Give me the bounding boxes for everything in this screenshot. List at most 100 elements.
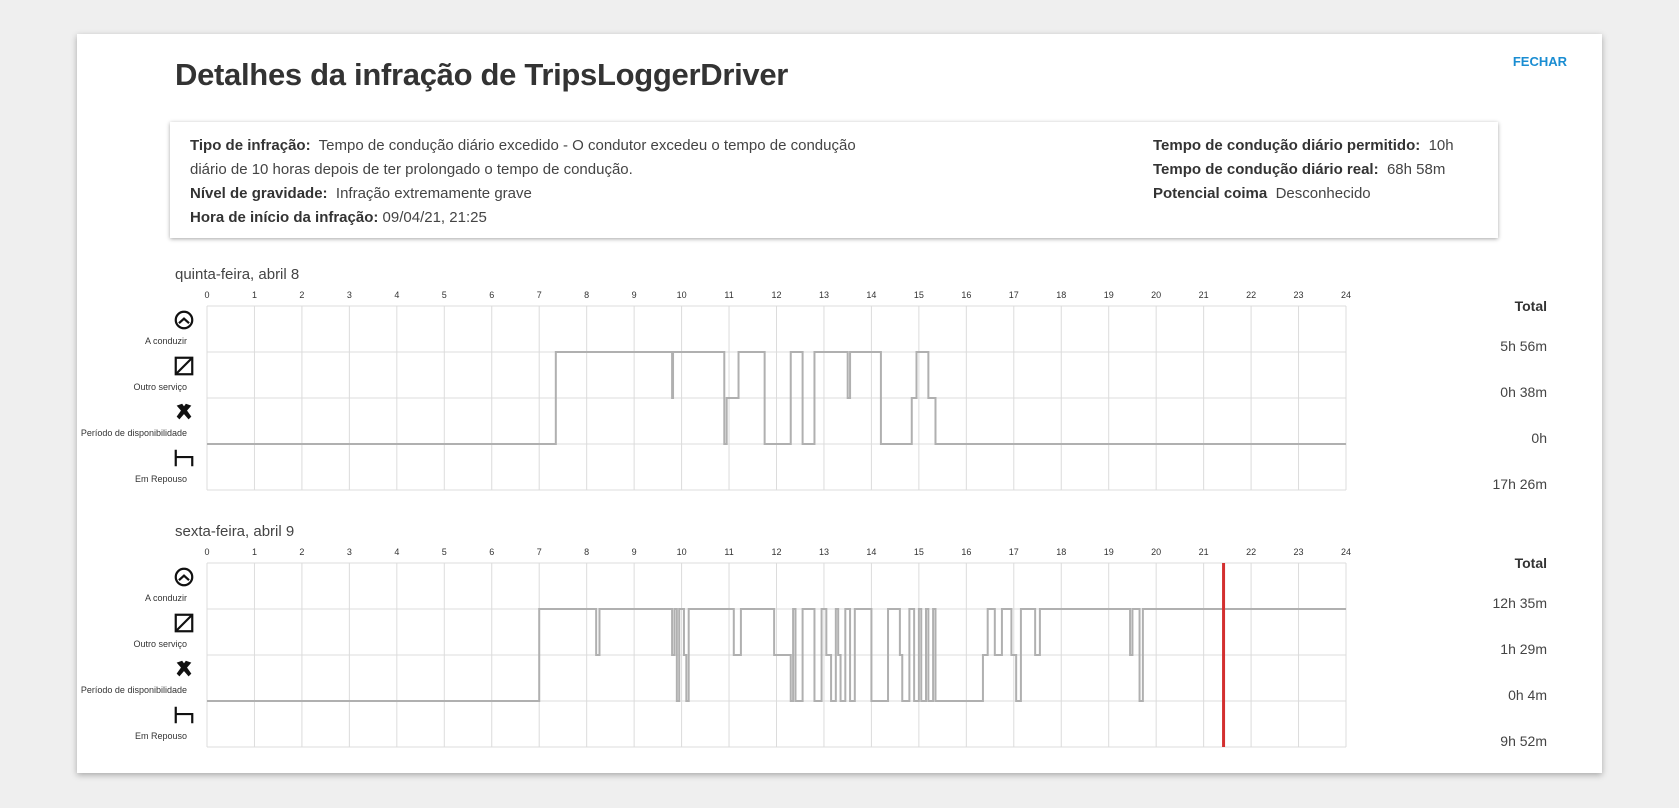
- total-header: Total: [1514, 555, 1547, 571]
- potential-fine: Potencial coima Desconhecido: [1153, 182, 1483, 206]
- bed-icon: [173, 447, 197, 471]
- hour-tick-label: 10: [677, 290, 687, 300]
- row-label: A conduzir: [144, 336, 187, 346]
- hour-tick-label: 18: [1056, 547, 1066, 557]
- severity-label: Nível de gravidade:: [190, 185, 328, 202]
- hour-tick-label: 2: [299, 290, 304, 300]
- hour-tick-label: 16: [961, 547, 971, 557]
- hour-tick-label: 11: [724, 290, 733, 300]
- hour-tick-label: 14: [866, 290, 876, 300]
- activity-chart-day-2: 0 1 2 3 4 5 6 7 8 9 10 11 12 13 14 15 16 17 18 19 20 21 22 23 24…: [77, 543, 1547, 758]
- start-label: Hora de início da infração:: [190, 209, 379, 226]
- row-label: Período de disponibilidade: [80, 428, 187, 438]
- severity: Nível de gravidade: Infração extremament…: [190, 182, 870, 206]
- row-total-value: 0h 4m: [1508, 687, 1547, 703]
- day-label-1: quinta-feira, abril 8: [175, 266, 300, 283]
- steering-wheel-icon: [173, 566, 197, 590]
- hour-tick-label: 22: [1246, 547, 1256, 557]
- hour-tick-label: 19: [1104, 290, 1114, 300]
- fine-label: Potencial coima: [1153, 185, 1268, 202]
- severity-value: Infração extremamente grave: [335, 185, 532, 202]
- hour-tick-label: 17: [1009, 290, 1019, 300]
- infraction-dialog: Detalhes da infração de TripsLoggerDrive…: [77, 34, 1602, 773]
- row-label: Período de disponibilidade: [80, 685, 187, 695]
- hour-tick-label: 0: [204, 290, 209, 300]
- row-label: Em Repouso: [134, 474, 187, 484]
- hour-tick-label: 22: [1246, 290, 1256, 300]
- row-total-value: 9h 52m: [1500, 733, 1547, 749]
- hour-tick-label: 24: [1341, 290, 1351, 300]
- actual-driving: Tempo de condução diário real: 68h 58m: [1153, 158, 1483, 182]
- hour-tick-label: 1: [252, 547, 257, 557]
- hour-tick-label: 2: [299, 547, 304, 557]
- day-label-2: sexta-feira, abril 9: [175, 523, 295, 540]
- hammer-pick-icon: [173, 658, 197, 682]
- infraction-type: Tipo de infração: Tempo de condução diár…: [190, 134, 870, 182]
- other-work-icon: [173, 355, 197, 379]
- allowed-value: 10h: [1428, 137, 1454, 154]
- hour-tick-label: 1: [252, 290, 257, 300]
- row-label: A conduzir: [144, 593, 187, 603]
- row-total-value: 1h 29m: [1500, 641, 1547, 657]
- hour-tick-label: 8: [584, 290, 589, 300]
- bed-icon: [173, 704, 197, 728]
- infraction-start: Hora de início da infração: 09/04/21, 21…: [190, 206, 870, 230]
- infraction-summary-card: Tipo de infração: Tempo de condução diár…: [170, 122, 1498, 238]
- start-value: 09/04/21, 21:25: [382, 209, 487, 226]
- infraction-type-label: Tipo de infração:: [190, 137, 311, 154]
- page-title: Detalhes da infração de TripsLoggerDrive…: [175, 57, 789, 92]
- hour-tick-label: 19: [1104, 547, 1114, 557]
- hour-tick-label: 9: [632, 290, 637, 300]
- hour-tick-label: 24: [1341, 547, 1351, 557]
- hammer-pick-icon: [173, 401, 197, 425]
- hour-tick-label: 5: [442, 547, 447, 557]
- hour-tick-label: 13: [819, 290, 829, 300]
- hour-tick-label: 16: [961, 290, 971, 300]
- hour-tick-label: 12: [771, 290, 781, 300]
- fine-value: Desconhecido: [1275, 185, 1371, 202]
- row-label: Outro serviço: [133, 382, 187, 392]
- hour-tick-label: 0: [204, 547, 209, 557]
- row-total-value: 0h: [1531, 430, 1547, 446]
- activity-chart-day-1: 0 1 2 3 4 5 6 7 8 9 10 11 12 13 14 15 16 17 18 19 20 21 22 23 24…: [77, 286, 1547, 501]
- hour-tick-label: 20: [1151, 290, 1161, 300]
- summary-left: Tipo de infração: Tempo de condução diár…: [190, 134, 870, 230]
- row-total-value: 12h 35m: [1492, 595, 1547, 611]
- row-total-value: 5h 56m: [1500, 338, 1547, 354]
- hour-tick-label: 20: [1151, 547, 1161, 557]
- hour-tick-label: 15: [914, 290, 924, 300]
- hour-tick-label: 9: [632, 547, 637, 557]
- hour-tick-label: 14: [866, 547, 876, 557]
- steering-wheel-icon: [173, 309, 197, 333]
- timeline-svg: 0 1 2 3 4 5 6 7 8 9 10 11 12 13 14 15 16 17 18 19 20 21 22 23 24: [204, 290, 1351, 491]
- other-work-icon: [173, 612, 197, 636]
- hour-tick-label: 10: [677, 547, 687, 557]
- row-label: Outro serviço: [133, 639, 187, 649]
- hour-tick-label: 21: [1199, 290, 1209, 300]
- hour-tick-label: 6: [489, 547, 494, 557]
- actual-value: 68h 58m: [1386, 161, 1446, 178]
- row-total-value: 0h 38m: [1500, 384, 1547, 400]
- hour-tick-label: 17: [1009, 547, 1019, 557]
- row-total-value: 17h 26m: [1492, 476, 1547, 492]
- hour-tick-label: 7: [537, 547, 542, 557]
- close-button[interactable]: FECHAR: [1513, 54, 1567, 69]
- hour-tick-label: 23: [1294, 290, 1304, 300]
- hour-tick-label: 3: [347, 547, 352, 557]
- actual-label: Tempo de condução diário real:: [1153, 161, 1379, 178]
- hour-tick-label: 7: [537, 290, 542, 300]
- hour-tick-label: 6: [489, 290, 494, 300]
- hour-tick-label: 4: [394, 290, 399, 300]
- hour-tick-label: 12: [771, 547, 781, 557]
- hour-tick-label: 13: [819, 547, 829, 557]
- hour-tick-label: 21: [1199, 547, 1209, 557]
- allowed-driving: Tempo de condução diário permitido: 10h: [1153, 134, 1483, 158]
- hour-tick-label: 15: [914, 547, 924, 557]
- hour-tick-label: 23: [1294, 547, 1304, 557]
- allowed-label: Tempo de condução diário permitido:: [1153, 137, 1421, 154]
- hour-tick-label: 8: [584, 547, 589, 557]
- hour-tick-label: 18: [1056, 290, 1066, 300]
- timeline-svg: 0 1 2 3 4 5 6 7 8 9 10 11 12 13 14 15 16 17 18 19 20 21 22 23 24: [204, 547, 1351, 748]
- hour-tick-label: 3: [347, 290, 352, 300]
- summary-right: Tempo de condução diário permitido: 10h …: [1153, 134, 1483, 206]
